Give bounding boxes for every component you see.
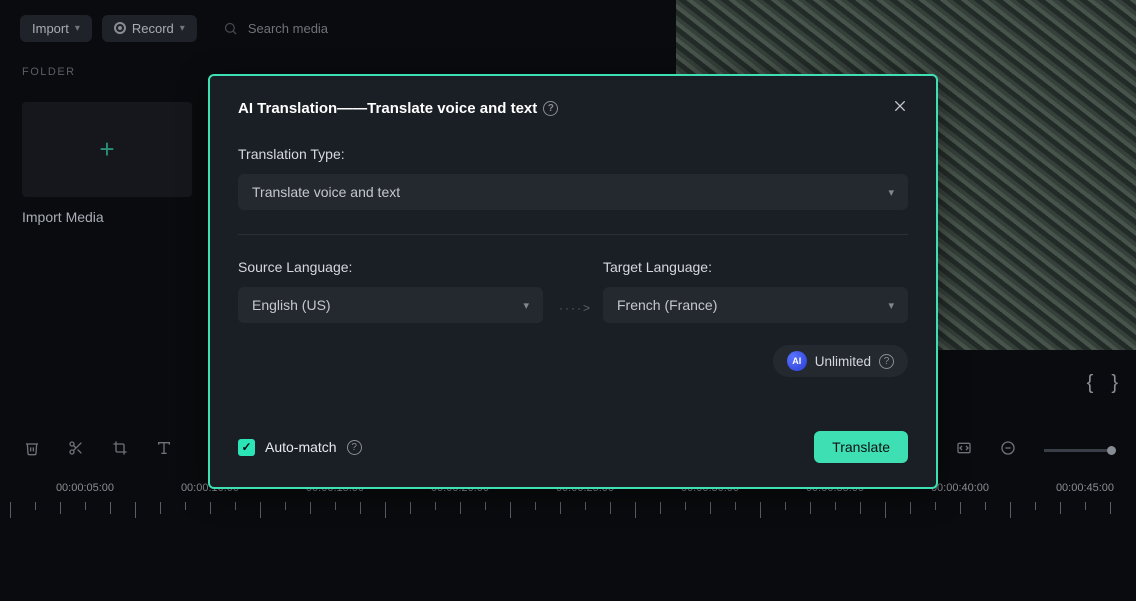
cut-icon[interactable]	[68, 440, 84, 461]
auto-match-checkbox[interactable]: ✓ Auto-match ?	[238, 439, 362, 456]
ruler-label: 00:00:45:00	[1056, 482, 1114, 494]
translate-button[interactable]: Translate	[814, 431, 908, 463]
ai-translation-modal: AI Translation——Translate voice and text…	[208, 74, 938, 489]
chevron-down-icon: ▾	[180, 23, 185, 34]
modal-title: AI Translation——Translate voice and text	[238, 100, 537, 117]
record-label: Record	[132, 21, 174, 36]
brace-open[interactable]: {	[1087, 372, 1094, 395]
chevron-down-icon: ▾	[888, 186, 894, 199]
marker-braces: { }	[1087, 372, 1118, 395]
chevron-down-icon: ▾	[888, 299, 894, 312]
checkbox-checked-icon: ✓	[238, 439, 255, 456]
target-language-select[interactable]: French (France) ▾	[603, 287, 908, 323]
target-language-label: Target Language:	[603, 259, 908, 275]
unlimited-label: Unlimited	[815, 354, 871, 369]
help-icon[interactable]: ?	[543, 101, 558, 116]
translation-type-value: Translate voice and text	[252, 184, 400, 200]
brace-close[interactable]: }	[1111, 372, 1118, 395]
source-language-value: English (US)	[252, 297, 331, 313]
close-icon[interactable]	[892, 98, 908, 118]
unlimited-badge[interactable]: AI Unlimited ?	[773, 345, 908, 377]
expand-icon[interactable]	[956, 440, 972, 461]
help-icon[interactable]: ?	[347, 440, 362, 455]
crop-icon[interactable]	[112, 440, 128, 461]
delete-icon[interactable]	[24, 440, 40, 461]
target-language-value: French (France)	[617, 297, 717, 313]
divider	[238, 234, 908, 235]
text-icon[interactable]	[156, 440, 172, 461]
ai-icon: AI	[787, 351, 807, 371]
chevron-down-icon: ▾	[75, 23, 80, 34]
translation-type-select[interactable]: Translate voice and text ▾	[238, 174, 908, 210]
import-button[interactable]: Import ▾	[20, 15, 92, 42]
search-icon	[223, 21, 238, 36]
zoom-out-icon[interactable]	[1000, 440, 1016, 461]
import-label: Import	[32, 21, 69, 36]
search-placeholder: Search media	[248, 21, 328, 36]
zoom-slider[interactable]	[1044, 449, 1112, 452]
source-language-select[interactable]: English (US) ▾	[238, 287, 543, 323]
record-icon	[114, 22, 126, 34]
record-button[interactable]: Record ▾	[102, 15, 197, 42]
import-media-tile[interactable]: +	[22, 102, 192, 197]
ruler-label: 00:00:40:00	[931, 482, 989, 494]
chevron-down-icon: ▾	[523, 299, 529, 312]
source-language-label: Source Language:	[238, 259, 543, 275]
help-icon[interactable]: ?	[879, 354, 894, 369]
arrow-icon: ····>	[559, 259, 587, 315]
auto-match-label: Auto-match	[265, 439, 337, 455]
ruler-label: 00:00:05:00	[56, 482, 114, 494]
translation-type-label: Translation Type:	[238, 146, 908, 162]
plus-icon: +	[99, 134, 114, 165]
search-input[interactable]: Search media	[215, 17, 336, 40]
